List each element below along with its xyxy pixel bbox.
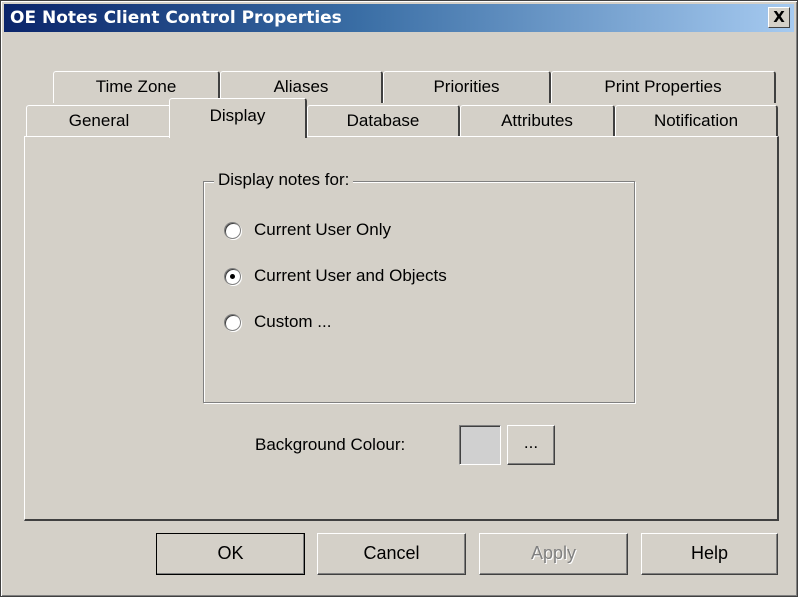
tab-label: Time Zone: [95, 77, 177, 96]
tab-label: Display: [209, 106, 266, 125]
close-button[interactable]: X: [768, 7, 790, 28]
display-tab-panel: Display notes for: Current User Only Cur…: [24, 136, 779, 521]
title-bar: OE Notes Client Control Properties X: [4, 4, 794, 32]
radio-button[interactable]: [224, 313, 241, 331]
tab-label: Aliases: [273, 77, 329, 96]
tab-label: General: [68, 111, 130, 130]
help-button[interactable]: Help: [641, 533, 778, 575]
radio-current-user-and-objects[interactable]: Current User and Objects: [224, 264, 447, 288]
background-colour-label: Background Colour:: [255, 435, 406, 454]
ok-button[interactable]: OK: [156, 533, 305, 575]
radio-current-user-only[interactable]: Current User Only: [224, 218, 391, 242]
tab-notification[interactable]: Notification: [615, 105, 778, 137]
tab-label: Notification: [653, 111, 739, 130]
radio-label: Current User Only: [254, 220, 391, 239]
radio-custom[interactable]: Custom ...: [224, 310, 331, 334]
tab-label: Priorities: [433, 77, 500, 96]
tab-label: Database: [346, 111, 420, 130]
tab-attributes[interactable]: Attributes: [460, 105, 615, 137]
tab-display[interactable]: Display: [169, 98, 307, 138]
radio-button[interactable]: [224, 267, 241, 285]
properties-dialog: OE Notes Client Control Properties X Tim…: [0, 0, 798, 597]
display-notes-group: Display notes for: Current User Only Cur…: [203, 170, 635, 403]
apply-button[interactable]: Apply: [479, 533, 628, 575]
choose-colour-button[interactable]: ...: [507, 425, 555, 465]
radio-label: Current User and Objects: [254, 266, 447, 285]
tab-print-properties[interactable]: Print Properties: [551, 71, 776, 103]
tab-label: Attributes: [501, 111, 573, 130]
radio-selected-dot: [230, 273, 235, 279]
group-label: Display notes for:: [214, 170, 354, 190]
tab-priorities[interactable]: Priorities: [383, 71, 551, 103]
cancel-button[interactable]: Cancel: [317, 533, 466, 575]
close-icon: X: [773, 8, 785, 26]
radio-label: Custom ...: [254, 312, 332, 331]
tab-database[interactable]: Database: [307, 105, 460, 137]
tab-general[interactable]: General: [26, 105, 173, 137]
background-colour-swatch: [459, 425, 501, 465]
window-title: OE Notes Client Control Properties: [10, 8, 342, 28]
radio-button[interactable]: [224, 221, 241, 239]
tab-label: Print Properties: [604, 77, 722, 96]
